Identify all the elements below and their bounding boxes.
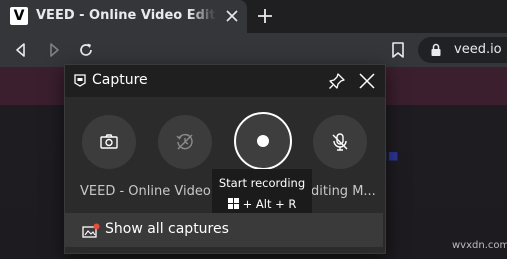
capture-header: Capture — [65, 65, 385, 97]
capture-title: Capture — [92, 72, 148, 88]
reload-icon[interactable] — [77, 41, 95, 59]
lock-icon — [431, 43, 441, 56]
gallery-icon — [82, 223, 100, 238]
camera-icon — [100, 134, 118, 149]
back-icon[interactable] — [12, 41, 30, 59]
tooltip-title: Start recording — [218, 176, 306, 190]
history-record-icon — [176, 133, 193, 150]
bookmark-icon[interactable] — [390, 41, 406, 59]
windows-key-icon — [227, 198, 239, 209]
browser-toolbar: veed.io — [0, 33, 507, 67]
pin-icon[interactable] — [328, 72, 346, 90]
capture-widget-icon — [74, 74, 86, 87]
tab-title: VEED - Online Video Editor - Video Editi… — [36, 8, 216, 23]
capture-widget: Capture VEED - Online Video diting M... … — [64, 64, 386, 254]
watermark: wvxdn.com — [452, 240, 507, 251]
start-recording-tooltip: Start recording + Alt + R — [212, 169, 312, 219]
show-all-captures-button[interactable]: Show all captures — [65, 213, 383, 247]
mic-toggle-button[interactable] — [313, 115, 367, 169]
capture-source-text-tail: diting M... — [311, 184, 376, 199]
close-icon[interactable] — [358, 72, 376, 90]
record-last-30s-button[interactable] — [158, 115, 212, 169]
close-icon[interactable] — [224, 8, 240, 24]
forward-icon[interactable] — [45, 41, 63, 59]
record-dot-icon — [257, 135, 269, 147]
capture-source-text: VEED - Online Video Editor - Video Editi… — [80, 184, 215, 199]
shortcut-text: + Alt + R — [242, 197, 297, 211]
plus-icon[interactable] — [255, 6, 275, 26]
tab-strip: V VEED - Online Video Editor - Video Edi… — [0, 0, 507, 33]
veed-favicon: V — [10, 7, 28, 25]
show-all-captures-label: Show all captures — [105, 221, 229, 237]
tab-veed[interactable]: V VEED - Online Video Editor - Video Edi… — [0, 0, 247, 33]
start-recording-button[interactable] — [234, 112, 292, 170]
url-text: veed.io — [454, 42, 502, 57]
address-bar[interactable]: veed.io — [418, 37, 507, 63]
mic-off-icon — [332, 133, 348, 151]
screenshot-button[interactable] — [82, 115, 136, 169]
tooltip-shortcut: + Alt + R — [212, 197, 312, 211]
